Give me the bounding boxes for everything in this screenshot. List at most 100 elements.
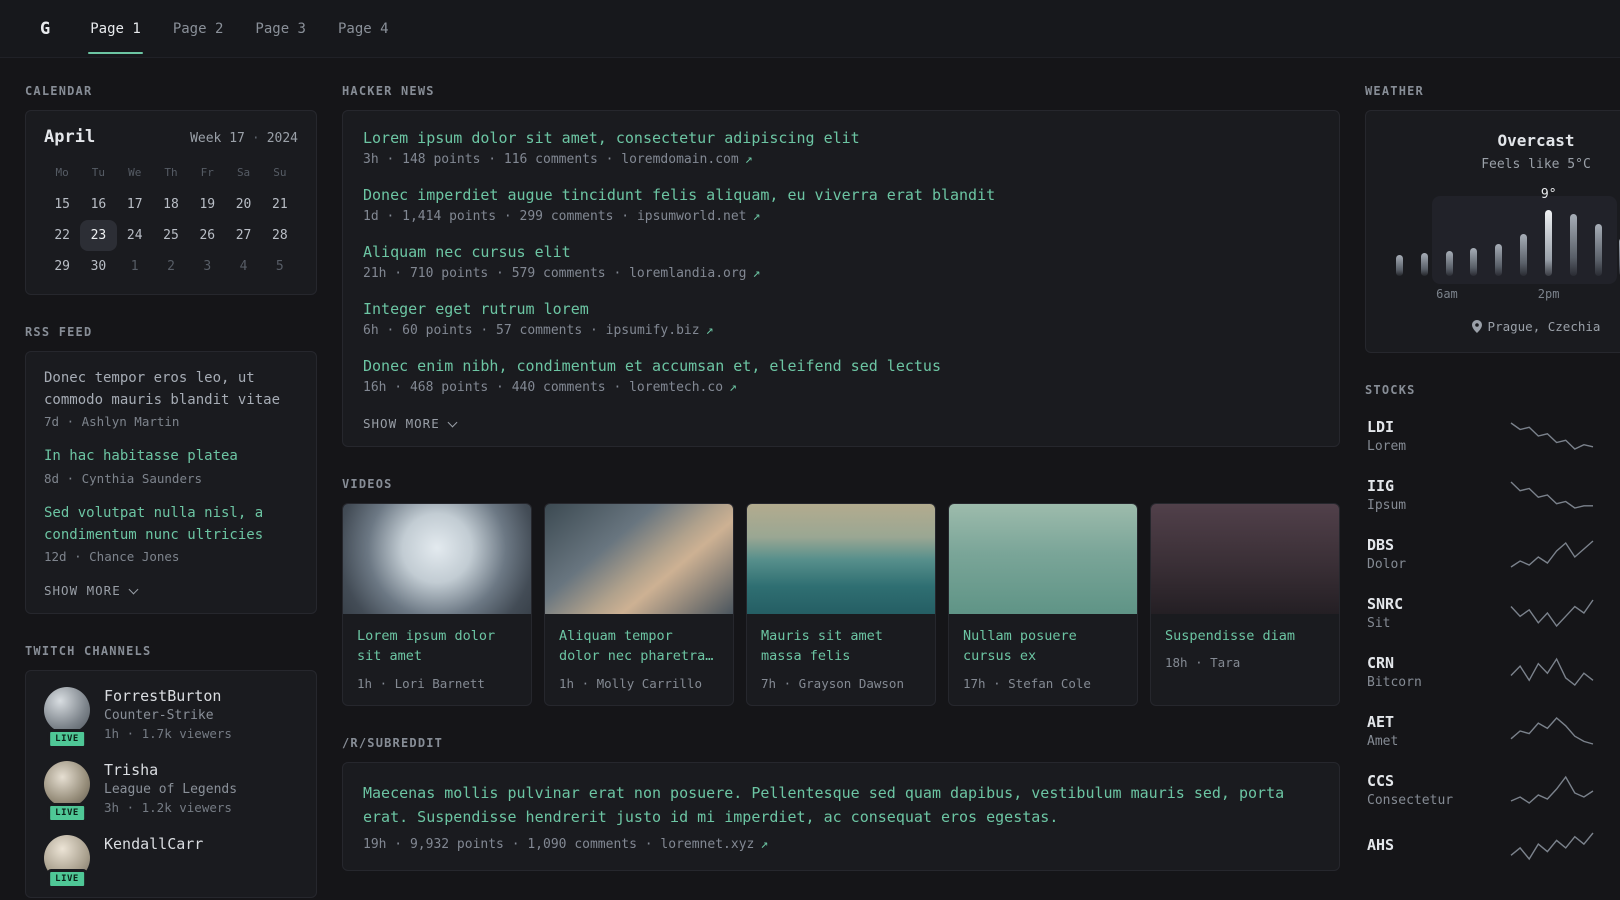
top-bar: G Page 1 Page 2 Page 3 Page 4 — [0, 0, 1620, 58]
weather-bar — [1420, 252, 1428, 276]
rss-item: Donec tempor eros leo, ut commodo mauris… — [44, 368, 298, 429]
stock-name: Amet — [1367, 734, 1399, 749]
subreddit-post-title[interactable]: Maecenas mollis pulvinar erat non posuer… — [363, 781, 1319, 829]
weather-bars — [1396, 206, 1620, 276]
hn-item: Donec imperdiet augue tincidunt felis al… — [363, 186, 1319, 224]
tab-page-3[interactable]: Page 3 — [253, 0, 308, 57]
weather-time-labels: 6am 2pm 10pm — [1396, 287, 1620, 303]
hn-show-more-button[interactable]: SHOW MORE — [363, 416, 458, 431]
stock-sparkline — [1510, 422, 1594, 450]
stock-row[interactable]: DBS Dolor +1.42% $156.28 — [1365, 527, 1620, 581]
calendar-day: 29 — [54, 259, 70, 274]
stock-id: LDI Lorem — [1367, 418, 1499, 454]
calendar-day: 22 — [54, 228, 70, 243]
stock-change: +1.36% — [1605, 596, 1620, 612]
stock-sparkline — [1510, 481, 1593, 509]
calendar-week-year: Week 17 · 2024 — [190, 131, 298, 146]
video-card[interactable]: Nullam posuere cursus ex 17h · Stefan Co… — [948, 503, 1138, 706]
video-title: Nullam posuere cursus ex — [963, 628, 1077, 665]
hn-item-title[interactable]: Donec enim nibh, condimentum et accumsan… — [363, 357, 1319, 375]
external-link-icon: ↗ — [752, 266, 761, 281]
external-link-icon: ↗ — [744, 152, 753, 167]
stock-change: +0.51% — [1605, 773, 1620, 789]
stock-row[interactable]: SNRC Sit +1.36% $148.64 — [1365, 586, 1620, 640]
video-card[interactable]: Mauris sit amet massa felis 7h · Grayson… — [746, 503, 936, 706]
stock-ticker: AHS — [1367, 835, 1395, 854]
hn-show-more-label: SHOW MORE — [363, 416, 440, 431]
video-card[interactable]: Aliquam tempor dolor nec pharetra… 1h · … — [544, 503, 734, 706]
weather-time-label: 6am — [1436, 287, 1458, 301]
rss-item: In hac habitasse platea 8d · Cynthia Sau… — [44, 446, 298, 486]
rss-item-title[interactable]: Sed volutpat nulla nisl, a condimentum n… — [44, 503, 298, 546]
rss-item-title[interactable]: In hac habitasse platea — [44, 446, 298, 468]
live-badge: LIVE — [47, 869, 87, 890]
hn-source-link[interactable]: loremlandia.org — [629, 266, 746, 281]
rss-item-meta: 7d · Ashlyn Martin — [44, 414, 180, 430]
stock-ticker: AET — [1367, 713, 1395, 731]
stock-ticker: CRN — [1367, 654, 1395, 672]
video-card[interactable]: Suspendisse diam 18h · Tara — [1150, 503, 1340, 706]
hn-item-title[interactable]: Aliquam nec cursus elit — [363, 243, 1319, 261]
video-thumbnail — [747, 504, 935, 614]
hn-source-link[interactable]: loremtech.co — [629, 380, 723, 395]
channel-name: ForrestBurton — [104, 687, 222, 706]
hn-source-link[interactable]: ipsumworld.net — [637, 209, 747, 224]
middle-column: HACKER NEWS Lorem ipsum dolor sit amet, … — [342, 84, 1340, 900]
stock-price: $42.04 — [1605, 497, 1620, 512]
hn-item-title[interactable]: Lorem ipsum dolor sit amet, consectetur … — [363, 129, 1319, 147]
calendar-header: April Week 17 · 2024 — [44, 127, 298, 147]
calendar-day: 19 — [199, 197, 216, 212]
hackernews-card: Lorem ipsum dolor sit amet, consectetur … — [342, 110, 1340, 447]
stock-id: CRN Bitcorn — [1367, 654, 1499, 690]
left-column: CALENDAR April Week 17 · 2024 Mo Tu We T… — [25, 84, 317, 900]
stock-row[interactable]: IIG Ipsum +2.84% $42.04 — [1365, 468, 1620, 522]
tab-page-2[interactable]: Page 2 — [171, 0, 226, 57]
hn-item-title[interactable]: Integer eget rutrum lorem — [363, 300, 1319, 318]
twitch-channel-row[interactable]: LIVE KendallCarr — [44, 835, 298, 890]
rss-item-meta: 12d · Chance Jones — [44, 549, 180, 565]
stock-id: DBS Dolor — [1367, 536, 1499, 572]
stock-row[interactable]: AHS +0.46% — [1365, 822, 1620, 870]
weekday-label: Fr — [200, 166, 214, 179]
external-link-icon: ↗ — [752, 209, 761, 224]
hn-item: Lorem ipsum dolor sit amet, consectetur … — [363, 129, 1319, 167]
subreddit-post: Maecenas mollis pulvinar erat non posuer… — [363, 781, 1319, 852]
videos-row: Lorem ipsum dolor sit amet consectetu… 1… — [342, 503, 1340, 706]
tab-page-1[interactable]: Page 1 — [88, 0, 143, 57]
stock-row[interactable]: CCS Consectetur +0.51% $165.84 — [1365, 763, 1620, 817]
stock-name: Ipsum — [1367, 498, 1407, 513]
subreddit-source-link[interactable]: loremnet.xyz — [660, 837, 754, 852]
stock-name: Dolor — [1367, 557, 1407, 572]
hn-source-link[interactable]: loremdomain.com — [621, 152, 738, 167]
app-logo[interactable]: G — [40, 19, 50, 39]
rss-item-title[interactable]: Donec tempor eros leo, ut commodo mauris… — [44, 368, 298, 411]
weekday-label: Th — [164, 166, 178, 179]
stock-change: +0.46% — [1605, 837, 1620, 853]
stock-row[interactable]: CRN Bitcorn -1.00% $66,171.48 — [1365, 645, 1620, 699]
calendar-day: 21 — [272, 197, 288, 212]
hn-source-link[interactable]: ipsumify.biz — [606, 323, 700, 338]
video-card[interactable]: Lorem ipsum dolor sit amet consectetu… 1… — [342, 503, 532, 706]
stock-values: +1.36% $148.64 — [1605, 596, 1620, 630]
tab-page-4[interactable]: Page 4 — [336, 0, 391, 57]
chevron-down-icon — [128, 584, 139, 595]
stock-sparkline — [1510, 599, 1594, 628]
rss-show-more-button[interactable]: SHOW MORE — [44, 583, 139, 598]
hn-meta-text: 1d · 1,414 points · 299 comments · — [363, 209, 630, 224]
stock-price: $795.18 — [1605, 438, 1620, 453]
subreddit-card: Maecenas mollis pulvinar erat non posuer… — [342, 762, 1340, 871]
video-thumbnail — [343, 504, 531, 614]
stock-sparkline — [1510, 657, 1594, 686]
twitch-channel-row[interactable]: LIVE Trisha League of Legends 3h · 1.2k … — [44, 761, 298, 824]
hn-meta-text: 3h · 148 points · 116 comments · — [363, 152, 614, 167]
channel-meta: 1h · 1.7k viewers — [104, 726, 232, 742]
stock-row[interactable]: AET Amet +0.92% $499.72 — [1365, 704, 1620, 758]
subreddit-post-meta: 19h · 9,932 points · 1,090 comments · lo… — [363, 837, 1319, 852]
twitch-channel-row[interactable]: LIVE ForrestBurton Counter-Strike 1h · 1… — [44, 687, 298, 750]
stock-row[interactable]: LDI Lorem +4.35% $795.18 — [1365, 409, 1620, 463]
live-badge: LIVE — [47, 729, 87, 750]
subreddit-section-title: /R/SUBREDDIT — [342, 736, 444, 750]
calendar-day-next-month: 5 — [275, 259, 284, 274]
calendar-day: 16 — [90, 197, 107, 212]
hn-item-title[interactable]: Donec imperdiet augue tincidunt felis al… — [363, 186, 1319, 204]
